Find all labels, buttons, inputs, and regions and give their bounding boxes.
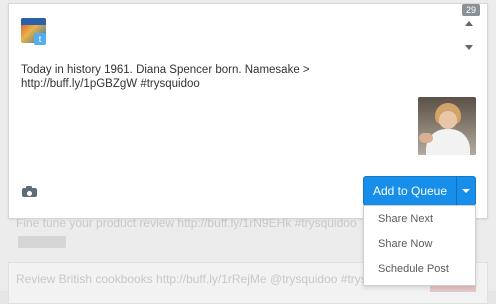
scroll-down-icon[interactable] [465,45,473,50]
queue-item-text: Review British cookbooks http://buff.ly/… [16,272,403,286]
photo-hand [419,133,433,143]
scrollbar[interactable] [463,15,475,53]
share-options-menu: Share Next Share Now Schedule Post [363,205,476,286]
chevron-down-icon [462,189,470,193]
menu-item-share-now[interactable]: Share Now [364,232,475,257]
post-textarea[interactable]: Today in history 1961. Diana Spencer bor… [21,63,441,91]
menu-item-share-next[interactable]: Share Next [364,207,475,232]
post-text-line: Today in history 1961. Diana Spencer bor… [21,64,310,76]
menu-item-schedule-post[interactable]: Schedule Post [364,257,475,282]
add-to-queue-button[interactable]: Add to Queue [363,176,457,206]
twitter-icon: t [34,33,46,45]
photo-face [439,111,457,129]
camera-icon[interactable] [22,186,37,197]
camera-lens [26,190,33,197]
share-options-toggle[interactable] [456,176,476,206]
queue-item-badge [18,236,66,248]
post-text-line: http://buff.ly/1pGBZgW #trysquidoo [21,78,200,90]
scroll-up-icon[interactable] [465,21,473,26]
photo-thumbnail[interactable] [418,97,476,155]
avatar-band [21,18,46,25]
